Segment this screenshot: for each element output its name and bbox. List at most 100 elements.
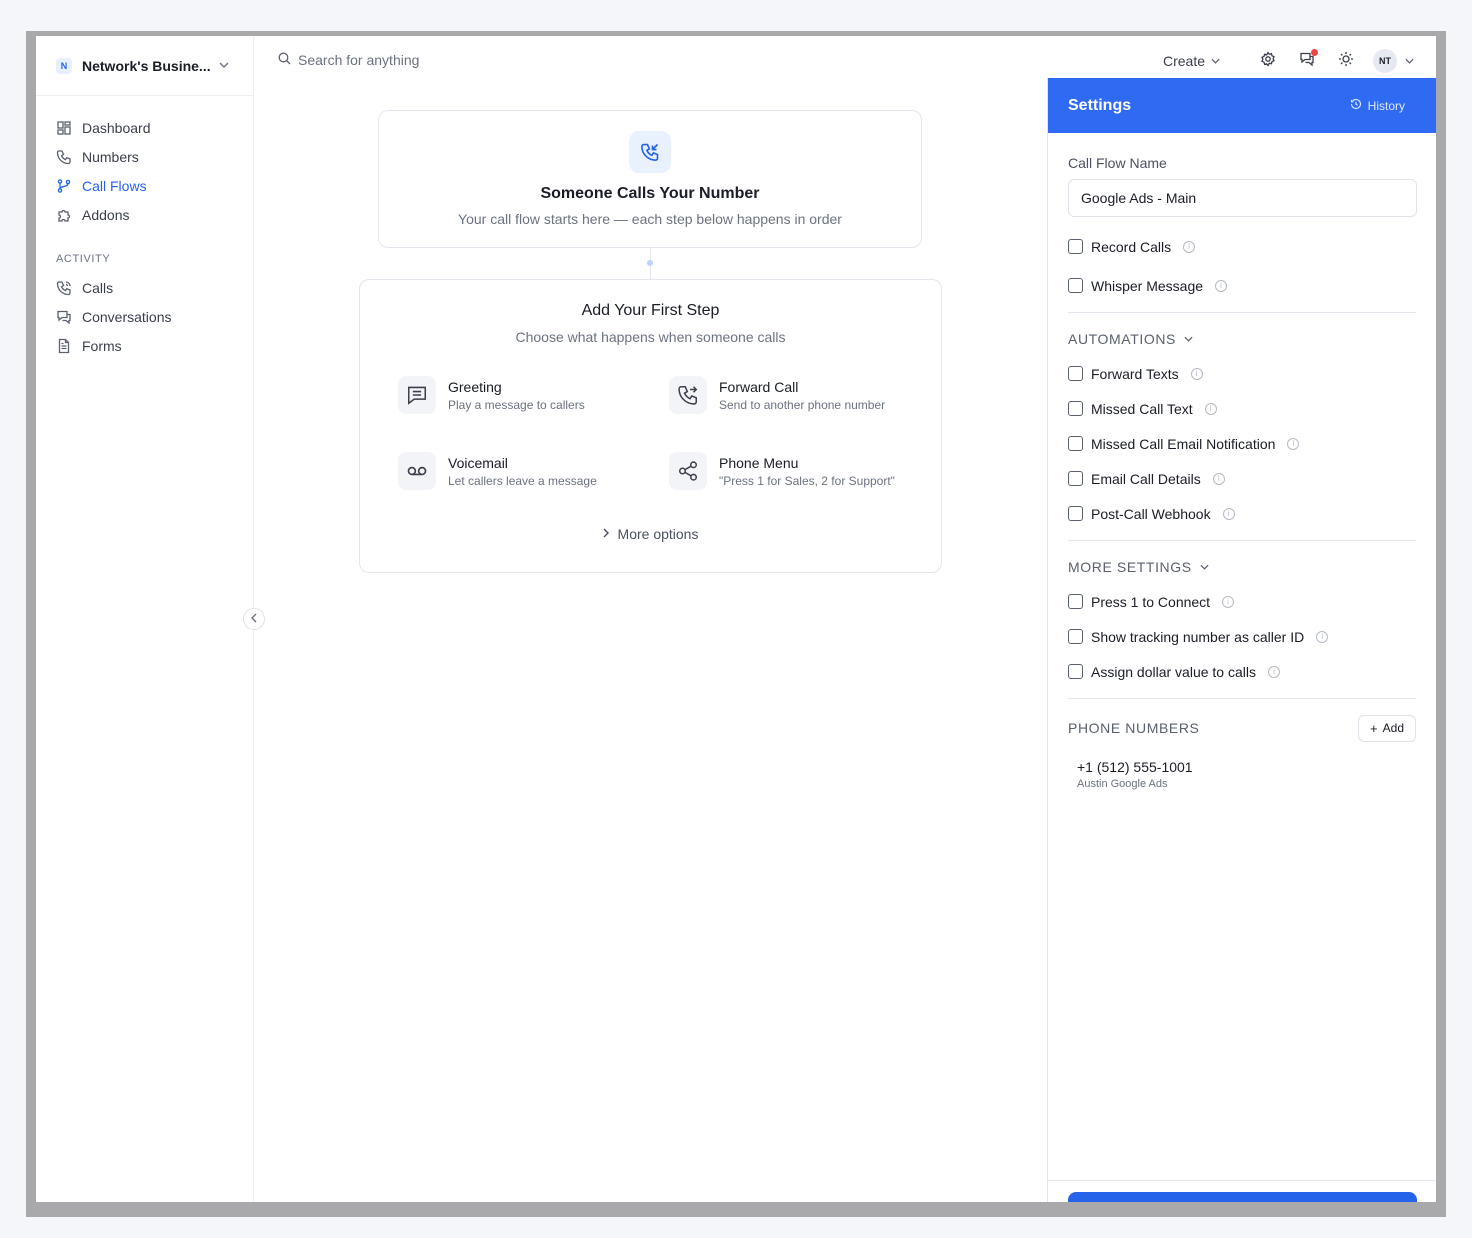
document-icon xyxy=(56,338,72,354)
setting-label: Forward Texts xyxy=(1091,365,1179,382)
info-icon[interactable]: i xyxy=(1222,507,1235,520)
phone-numbers-label: PHONE NUMBERS xyxy=(1068,720,1200,736)
history-button[interactable]: History xyxy=(1350,98,1405,113)
setting-post-call-webhook[interactable]: Post-Call Webhook i xyxy=(1068,496,1416,531)
checkbox[interactable] xyxy=(1068,594,1083,609)
divider xyxy=(1068,540,1416,541)
settings-header: Settings History xyxy=(1048,78,1436,133)
option-forward-call[interactable]: Forward Call Send to another phone numbe… xyxy=(669,376,885,414)
first-step-card: Add Your First Step Choose what happens … xyxy=(359,279,942,573)
sidebar-item-addons[interactable]: Addons xyxy=(56,200,253,229)
info-icon[interactable]: i xyxy=(1204,402,1217,415)
call-flow-start-card: Someone Calls Your Number Your call flow… xyxy=(378,110,922,248)
theme-toggle[interactable] xyxy=(1326,51,1365,72)
workspace-switcher[interactable]: N Network's Busine... xyxy=(36,36,253,96)
info-icon[interactable]: i xyxy=(1190,367,1203,380)
call-flow-name-input[interactable] xyxy=(1068,179,1417,217)
checkbox[interactable] xyxy=(1068,506,1083,521)
checkbox[interactable] xyxy=(1068,436,1083,451)
share-icon xyxy=(669,452,707,490)
info-icon[interactable]: i xyxy=(1267,665,1280,678)
setting-label: Missed Call Text xyxy=(1091,400,1193,417)
setting-dollar-value[interactable]: Assign dollar value to calls i xyxy=(1068,654,1416,689)
settings-title: Settings xyxy=(1068,96,1132,114)
sidebar-item-conversations[interactable]: Conversations xyxy=(56,302,253,331)
option-desc: Let callers leave a message xyxy=(448,473,597,488)
more-options-button[interactable]: More options xyxy=(360,526,941,542)
phone-number-item[interactable]: +1 (512) 555-1001 Austin Google Ads xyxy=(1068,748,1416,790)
more-settings-toggle[interactable]: MORE SETTINGS xyxy=(1068,550,1416,584)
info-icon[interactable]: i xyxy=(1215,279,1228,292)
sidebar-item-forms[interactable]: Forms xyxy=(56,331,253,360)
topbar-actions: Create NT xyxy=(1163,48,1418,74)
setting-email-call-details[interactable]: Email Call Details i xyxy=(1068,461,1416,496)
puzzle-icon xyxy=(56,207,72,223)
setting-label: Show tracking number as caller ID xyxy=(1091,628,1305,645)
info-icon[interactable]: i xyxy=(1222,595,1235,608)
sidebar-item-calls[interactable]: Calls xyxy=(56,273,253,302)
messages-button[interactable] xyxy=(1287,48,1326,72)
sidebar-item-label: Addons xyxy=(82,206,130,223)
search-placeholder: Search for anything xyxy=(298,52,420,68)
start-subtitle: Your call flow starts here — each step b… xyxy=(458,211,842,227)
sidebar-item-dashboard[interactable]: Dashboard xyxy=(56,113,253,142)
workspace-badge: N xyxy=(56,57,72,74)
sidebar-item-call-flows[interactable]: Call Flows xyxy=(56,171,253,200)
divider xyxy=(1068,698,1416,699)
avatar[interactable]: NT xyxy=(1373,49,1397,73)
checkbox[interactable] xyxy=(1068,664,1083,679)
checkbox[interactable] xyxy=(1068,629,1083,644)
chevron-left-icon xyxy=(251,613,257,626)
sidebar-item-label: Call Flows xyxy=(82,177,147,194)
add-phone-number-button[interactable]: + Add xyxy=(1358,714,1416,742)
chevron-down-icon[interactable] xyxy=(1405,56,1414,67)
info-icon[interactable]: i xyxy=(1316,630,1329,643)
history-icon xyxy=(1350,98,1368,113)
setting-forward-texts[interactable]: Forward Texts i xyxy=(1068,356,1416,391)
setting-press-1-to-connect[interactable]: Press 1 to Connect i xyxy=(1068,584,1416,619)
gear-icon xyxy=(1260,50,1276,72)
checkbox[interactable] xyxy=(1068,278,1083,293)
automations-label: AUTOMATIONS xyxy=(1068,331,1176,347)
search-input[interactable]: Search for anything xyxy=(278,52,419,68)
workspace-name: Network's Busine... xyxy=(82,57,211,74)
settings-button[interactable] xyxy=(1248,50,1287,72)
setting-label: Assign dollar value to calls xyxy=(1091,663,1256,680)
setting-whisper-message[interactable]: Whisper Message i xyxy=(1068,268,1416,303)
collapse-sidebar-button[interactable] xyxy=(243,608,265,630)
settings-panel: Settings History Call Flow Name Record C… xyxy=(1047,78,1436,1202)
option-phone-menu[interactable]: Phone Menu "Press 1 for Sales, 2 for Sup… xyxy=(669,452,895,490)
setting-label: Email Call Details xyxy=(1091,470,1201,487)
info-icon[interactable]: i xyxy=(1183,240,1196,253)
create-button[interactable]: Create xyxy=(1163,53,1224,69)
forward-call-icon xyxy=(669,376,707,414)
checkbox[interactable] xyxy=(1068,239,1083,254)
phone-numbers-header: PHONE NUMBERS + Add xyxy=(1068,708,1416,748)
setting-label: Post-Call Webhook xyxy=(1091,505,1211,522)
incoming-call-icon xyxy=(629,131,671,173)
call-flow-name-label: Call Flow Name xyxy=(1068,155,1167,171)
sidebar-item-label: Forms xyxy=(82,337,122,354)
checkbox[interactable] xyxy=(1068,471,1083,486)
option-title: Forward Call xyxy=(719,378,799,395)
setting-record-calls[interactable]: Record Calls i xyxy=(1068,229,1416,264)
chevron-down-icon xyxy=(1200,562,1209,573)
automations-toggle[interactable]: AUTOMATIONS xyxy=(1068,322,1416,356)
setting-missed-call-text[interactable]: Missed Call Text i xyxy=(1068,391,1416,426)
sun-icon xyxy=(1338,51,1354,72)
checkbox[interactable] xyxy=(1068,401,1083,416)
setting-label: Record Calls xyxy=(1091,238,1172,255)
setting-missed-call-email[interactable]: Missed Call Email Notification i xyxy=(1068,426,1416,461)
setting-tracking-caller-id[interactable]: Show tracking number as caller ID i xyxy=(1068,619,1416,654)
sidebar-item-label: Conversations xyxy=(82,308,172,325)
info-icon[interactable]: i xyxy=(1287,437,1300,450)
sidebar-item-numbers[interactable]: Numbers xyxy=(56,142,253,171)
checkbox[interactable] xyxy=(1068,366,1083,381)
phone-number: +1 (512) 555-1001 xyxy=(1077,759,1193,775)
option-greeting[interactable]: Greeting Play a message to callers xyxy=(398,376,585,414)
dashboard-icon xyxy=(56,120,72,136)
save-button[interactable] xyxy=(1068,1192,1417,1202)
info-icon[interactable]: i xyxy=(1212,472,1225,485)
main-nav: Dashboard Numbers Call Flows Addons ACTI… xyxy=(36,96,253,360)
option-voicemail[interactable]: Voicemail Let callers leave a message xyxy=(398,452,597,490)
